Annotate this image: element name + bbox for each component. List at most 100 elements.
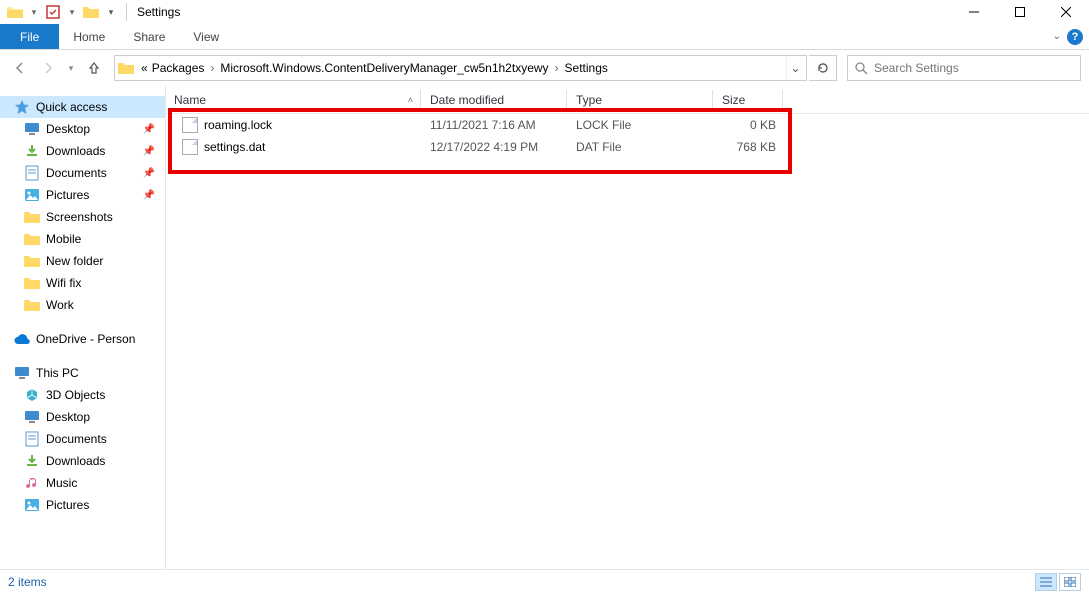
- new-folder-qat-icon[interactable]: [79, 1, 103, 23]
- tab-home[interactable]: Home: [59, 24, 119, 49]
- sidebar-item-wifi-fix[interactable]: Wifi fix: [0, 272, 165, 294]
- qat-dropdown-1[interactable]: ▾: [27, 1, 41, 23]
- file-row[interactable]: settings.dat12/17/2022 4:19 PMDAT File76…: [166, 136, 1089, 158]
- folder-icon[interactable]: [3, 1, 27, 23]
- chevron-right-icon[interactable]: ›: [551, 61, 563, 75]
- tree-label: Work: [46, 298, 74, 312]
- pin-icon: 📌: [143, 146, 165, 157]
- folder-icon: [24, 231, 40, 247]
- close-button[interactable]: [1043, 0, 1089, 24]
- file-date: 12/17/2022 4:19 PM: [422, 140, 568, 154]
- tree-label: 3D Objects: [46, 388, 105, 402]
- recent-dropdown-icon[interactable]: ▾: [64, 56, 78, 80]
- sidebar-item-downloads[interactable]: Downloads📌: [0, 140, 165, 162]
- column-size[interactable]: Size: [714, 86, 784, 113]
- file-list[interactable]: roaming.lock11/11/2021 7:16 AMLOCK File0…: [166, 114, 1089, 158]
- sidebar-item-documents[interactable]: Documents📌: [0, 162, 165, 184]
- tree-quick-access[interactable]: Quick access: [0, 96, 165, 118]
- qat-customize-icon[interactable]: ▾: [103, 1, 119, 23]
- pictures-icon: [24, 187, 40, 203]
- window-controls: [951, 0, 1089, 24]
- sidebar-item-pictures[interactable]: Pictures: [0, 494, 165, 516]
- tree-label: Pictures: [46, 498, 89, 512]
- tree-onedrive[interactable]: OneDrive - Person: [0, 328, 165, 350]
- file-icon: [182, 117, 198, 133]
- tree-label: Mobile: [46, 232, 81, 246]
- tree-label: Music: [46, 476, 77, 490]
- status-bar: 2 items: [0, 569, 1089, 593]
- search-icon: [854, 61, 868, 75]
- search-input[interactable]: [874, 61, 1074, 75]
- sidebar-item-3d-objects[interactable]: 3D Objects: [0, 384, 165, 406]
- sidebar-item-screenshots[interactable]: Screenshots: [0, 206, 165, 228]
- address-dropdown-icon[interactable]: ⌄: [786, 56, 804, 80]
- address-bar[interactable]: « Packages › Microsoft.Windows.ContentDe…: [114, 55, 807, 81]
- search-box[interactable]: [847, 55, 1081, 81]
- sidebar-item-mobile[interactable]: Mobile: [0, 228, 165, 250]
- column-date[interactable]: Date modified: [422, 86, 568, 113]
- properties-icon[interactable]: [41, 1, 65, 23]
- file-size: 0 KB: [714, 118, 784, 132]
- sidebar-item-downloads[interactable]: Downloads: [0, 450, 165, 472]
- tree-label: Pictures: [46, 188, 89, 202]
- view-mode-icons: [1035, 573, 1081, 591]
- breadcrumb-contentdelivery[interactable]: Microsoft.Windows.ContentDeliveryManager…: [218, 61, 550, 75]
- ribbon-expand-icon[interactable]: ⌄: [1053, 31, 1061, 42]
- tree-label: Quick access: [36, 100, 107, 114]
- downloads-icon: [24, 143, 40, 159]
- tree-group-quick-access: Quick access Desktop📌Downloads📌Documents…: [0, 96, 165, 316]
- tree-thispc[interactable]: This PC: [0, 362, 165, 384]
- status-text: 2 items: [8, 575, 47, 589]
- help-icon[interactable]: ?: [1067, 29, 1083, 45]
- pictures-icon: [24, 497, 40, 513]
- ribbon: File Home Share View ⌄ ?: [0, 24, 1089, 50]
- file-pane: Name˄ Date modified Type Size roaming.lo…: [166, 86, 1089, 569]
- file-name: settings.dat: [204, 140, 265, 154]
- navbar: ▾ « Packages › Microsoft.Windows.Content…: [0, 50, 1089, 86]
- tree-label: Screenshots: [46, 210, 113, 224]
- tree-group-onedrive: OneDrive - Person: [0, 328, 165, 350]
- back-button[interactable]: [8, 56, 32, 80]
- file-icon: [182, 139, 198, 155]
- thumbnails-view-icon[interactable]: [1059, 573, 1081, 591]
- navigation-tree[interactable]: Quick access Desktop📌Downloads📌Documents…: [0, 86, 166, 569]
- sidebar-item-desktop[interactable]: Desktop: [0, 406, 165, 428]
- titlebar: ▾ ▾ ▾ Settings: [0, 0, 1089, 24]
- tree-label: Wifi fix: [46, 276, 81, 290]
- desktop-icon: [24, 409, 40, 425]
- refresh-button[interactable]: [809, 55, 837, 81]
- documents-icon: [24, 165, 40, 181]
- column-headers: Name˄ Date modified Type Size: [166, 86, 1089, 114]
- file-name: roaming.lock: [204, 118, 272, 132]
- tab-share[interactable]: Share: [119, 24, 179, 49]
- folder-icon: [24, 297, 40, 313]
- details-view-icon[interactable]: [1035, 573, 1057, 591]
- column-name[interactable]: Name˄: [166, 86, 422, 113]
- up-button[interactable]: [82, 56, 106, 80]
- file-row[interactable]: roaming.lock11/11/2021 7:16 AMLOCK File0…: [166, 114, 1089, 136]
- sidebar-item-work[interactable]: Work: [0, 294, 165, 316]
- file-tab[interactable]: File: [0, 24, 59, 49]
- column-type[interactable]: Type: [568, 86, 714, 113]
- sidebar-item-new-folder[interactable]: New folder: [0, 250, 165, 272]
- breadcrumb-settings[interactable]: Settings: [563, 61, 610, 75]
- chevron-right-icon[interactable]: ›: [206, 61, 218, 75]
- forward-button[interactable]: [36, 56, 60, 80]
- downloads-icon: [24, 453, 40, 469]
- sidebar-item-music[interactable]: Music: [0, 472, 165, 494]
- maximize-button[interactable]: [997, 0, 1043, 24]
- tree-label: Documents: [46, 432, 107, 446]
- pin-icon: 📌: [143, 168, 165, 179]
- minimize-button[interactable]: [951, 0, 997, 24]
- pc-icon: [14, 365, 30, 381]
- tab-view[interactable]: View: [179, 24, 233, 49]
- file-date: 11/11/2021 7:16 AM: [422, 118, 568, 132]
- qat-dropdown-2[interactable]: ▾: [65, 1, 79, 23]
- 3d-icon: [24, 387, 40, 403]
- sidebar-item-documents[interactable]: Documents: [0, 428, 165, 450]
- breadcrumb-packages[interactable]: Packages: [150, 61, 207, 75]
- window-title: Settings: [131, 5, 180, 19]
- sidebar-item-pictures[interactable]: Pictures📌: [0, 184, 165, 206]
- breadcrumb-prefix[interactable]: «: [139, 61, 150, 75]
- sidebar-item-desktop[interactable]: Desktop📌: [0, 118, 165, 140]
